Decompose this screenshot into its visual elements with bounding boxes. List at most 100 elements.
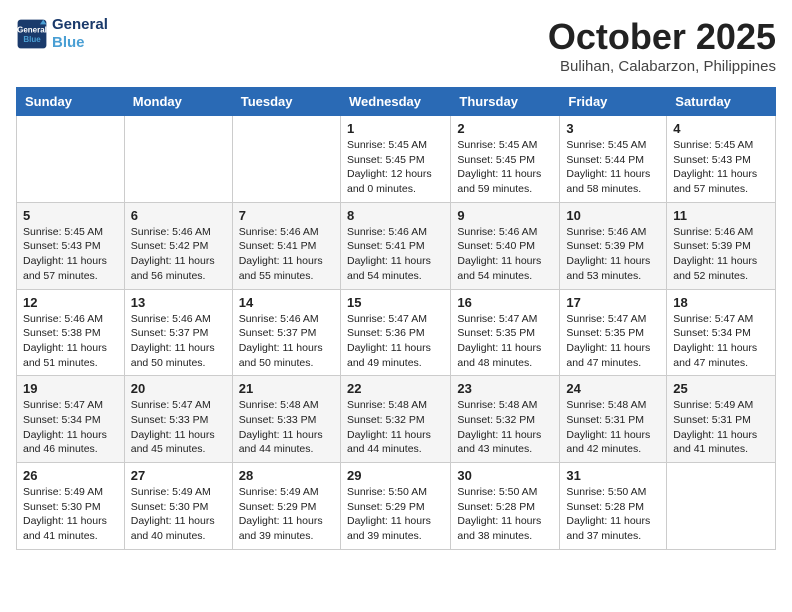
calendar-cell: 13 Sunrise: 5:46 AM Sunset: 5:37 PM Dayli… [124, 289, 232, 376]
calendar-cell: 22 Sunrise: 5:48 AM Sunset: 5:32 PM Dayli… [340, 376, 450, 463]
svg-text:General: General [17, 25, 47, 34]
calendar-cell: 2Sunrise: 5:45 AM Sunset: 5:45 PM Daylig… [451, 116, 560, 203]
day-info: Sunrise: 5:47 AM Sunset: 5:33 PM Dayligh… [131, 398, 226, 457]
calendar-cell: 14 Sunrise: 5:46 AM Sunset: 5:37 PM Dayli… [232, 289, 340, 376]
week-row-3: 12Sunrise: 5:46 AM Sunset: 5:38 PM Dayli… [17, 289, 776, 376]
calendar-cell: 17Sunrise: 5:47 AM Sunset: 5:35 PM Dayli… [560, 289, 667, 376]
day-number: 30 [457, 468, 553, 483]
calendar-cell: 31 Sunrise: 5:50 AM Sunset: 5:28 PM Dayli… [560, 463, 667, 550]
day-number: 3 [566, 121, 660, 136]
month-title: October 2025 [548, 16, 776, 58]
calendar-cell: 18 Sunrise: 5:47 AM Sunset: 5:34 PM Dayli… [667, 289, 776, 376]
day-number: 16 [457, 295, 553, 310]
calendar-cell: 28 Sunrise: 5:49 AM Sunset: 5:29 PM Dayli… [232, 463, 340, 550]
day-info: Sunrise: 5:45 AM Sunset: 5:44 PM Dayligh… [566, 138, 660, 197]
logo-icon: General Blue [16, 18, 48, 50]
day-info: Sunrise: 5:46 AM Sunset: 5:37 PM Dayligh… [131, 312, 226, 371]
day-number: 27 [131, 468, 226, 483]
calendar-cell: 30Sunrise: 5:50 AM Sunset: 5:28 PM Dayli… [451, 463, 560, 550]
day-number: 29 [347, 468, 444, 483]
weekday-header-friday: Friday [560, 88, 667, 116]
calendar-cell: 12Sunrise: 5:46 AM Sunset: 5:38 PM Dayli… [17, 289, 125, 376]
day-info: Sunrise: 5:47 AM Sunset: 5:36 PM Dayligh… [347, 312, 444, 371]
calendar-cell: 4Sunrise: 5:45 AM Sunset: 5:43 PM Daylig… [667, 116, 776, 203]
day-info: Sunrise: 5:46 AM Sunset: 5:37 PM Dayligh… [239, 312, 334, 371]
calendar-cell: 1 Sunrise: 5:45 AM Sunset: 5:45 PM Daylig… [340, 116, 450, 203]
day-info: Sunrise: 5:47 AM Sunset: 5:35 PM Dayligh… [457, 312, 553, 371]
day-number: 15 [347, 295, 444, 310]
day-number: 25 [673, 381, 769, 396]
day-number: 5 [23, 208, 118, 223]
calendar-cell [124, 116, 232, 203]
day-number: 7 [239, 208, 334, 223]
day-number: 31 [566, 468, 660, 483]
day-info: Sunrise: 5:48 AM Sunset: 5:31 PM Dayligh… [566, 398, 660, 457]
calendar-cell: 23Sunrise: 5:48 AM Sunset: 5:32 PM Dayli… [451, 376, 560, 463]
calendar-cell: 15 Sunrise: 5:47 AM Sunset: 5:36 PM Dayli… [340, 289, 450, 376]
calendar-cell: 21Sunrise: 5:48 AM Sunset: 5:33 PM Dayli… [232, 376, 340, 463]
day-number: 19 [23, 381, 118, 396]
day-number: 6 [131, 208, 226, 223]
day-info: Sunrise: 5:46 AM Sunset: 5:39 PM Dayligh… [566, 225, 660, 284]
day-number: 26 [23, 468, 118, 483]
day-number: 14 [239, 295, 334, 310]
day-info: Sunrise: 5:49 AM Sunset: 5:30 PM Dayligh… [23, 485, 118, 544]
day-number: 1 [347, 121, 444, 136]
day-info: Sunrise: 5:47 AM Sunset: 5:34 PM Dayligh… [673, 312, 769, 371]
day-info: Sunrise: 5:48 AM Sunset: 5:32 PM Dayligh… [347, 398, 444, 457]
day-info: Sunrise: 5:49 AM Sunset: 5:31 PM Dayligh… [673, 398, 769, 457]
day-number: 4 [673, 121, 769, 136]
day-info: Sunrise: 5:49 AM Sunset: 5:30 PM Dayligh… [131, 485, 226, 544]
day-number: 8 [347, 208, 444, 223]
calendar-cell: 10 Sunrise: 5:46 AM Sunset: 5:39 PM Dayli… [560, 202, 667, 289]
day-number: 22 [347, 381, 444, 396]
week-row-4: 19Sunrise: 5:47 AM Sunset: 5:34 PM Dayli… [17, 376, 776, 463]
header: General Blue General Blue October 2025 B… [16, 16, 776, 75]
calendar-cell: 26 Sunrise: 5:49 AM Sunset: 5:30 PM Dayli… [17, 463, 125, 550]
day-number: 2 [457, 121, 553, 136]
day-number: 9 [457, 208, 553, 223]
day-info: Sunrise: 5:50 AM Sunset: 5:28 PM Dayligh… [566, 485, 660, 544]
calendar-cell: 11Sunrise: 5:46 AM Sunset: 5:39 PM Dayli… [667, 202, 776, 289]
calendar-cell: 25 Sunrise: 5:49 AM Sunset: 5:31 PM Dayli… [667, 376, 776, 463]
location-title: Bulihan, Calabarzon, Philippines [548, 58, 776, 75]
day-number: 13 [131, 295, 226, 310]
calendar-cell: 19Sunrise: 5:47 AM Sunset: 5:34 PM Dayli… [17, 376, 125, 463]
logo-general: General [52, 16, 108, 34]
calendar: SundayMondayTuesdayWednesdayThursdayFrid… [16, 87, 776, 550]
logo-blue: Blue [52, 34, 108, 52]
week-row-1: 1 Sunrise: 5:45 AM Sunset: 5:45 PM Daylig… [17, 116, 776, 203]
logo: General Blue General Blue [16, 16, 108, 52]
day-info: Sunrise: 5:48 AM Sunset: 5:32 PM Dayligh… [457, 398, 553, 457]
calendar-cell: 24 Sunrise: 5:48 AM Sunset: 5:31 PM Dayli… [560, 376, 667, 463]
week-row-5: 26 Sunrise: 5:49 AM Sunset: 5:30 PM Dayli… [17, 463, 776, 550]
week-row-2: 5 Sunrise: 5:45 AM Sunset: 5:43 PM Daylig… [17, 202, 776, 289]
calendar-cell [232, 116, 340, 203]
weekday-header-sunday: Sunday [17, 88, 125, 116]
day-number: 10 [566, 208, 660, 223]
day-info: Sunrise: 5:45 AM Sunset: 5:45 PM Dayligh… [347, 138, 444, 197]
weekday-header-saturday: Saturday [667, 88, 776, 116]
calendar-cell: 27 Sunrise: 5:49 AM Sunset: 5:30 PM Dayli… [124, 463, 232, 550]
day-info: Sunrise: 5:46 AM Sunset: 5:41 PM Dayligh… [347, 225, 444, 284]
day-info: Sunrise: 5:50 AM Sunset: 5:29 PM Dayligh… [347, 485, 444, 544]
calendar-cell [667, 463, 776, 550]
calendar-cell: 3 Sunrise: 5:45 AM Sunset: 5:44 PM Daylig… [560, 116, 667, 203]
day-number: 17 [566, 295, 660, 310]
day-info: Sunrise: 5:46 AM Sunset: 5:41 PM Dayligh… [239, 225, 334, 284]
calendar-cell: 29 Sunrise: 5:50 AM Sunset: 5:29 PM Dayli… [340, 463, 450, 550]
calendar-cell: 20 Sunrise: 5:47 AM Sunset: 5:33 PM Dayli… [124, 376, 232, 463]
day-info: Sunrise: 5:46 AM Sunset: 5:40 PM Dayligh… [457, 225, 553, 284]
weekday-header-row: SundayMondayTuesdayWednesdayThursdayFrid… [17, 88, 776, 116]
calendar-cell: 5 Sunrise: 5:45 AM Sunset: 5:43 PM Daylig… [17, 202, 125, 289]
day-info: Sunrise: 5:45 AM Sunset: 5:43 PM Dayligh… [23, 225, 118, 284]
weekday-header-wednesday: Wednesday [340, 88, 450, 116]
calendar-cell: 16 Sunrise: 5:47 AM Sunset: 5:35 PM Dayli… [451, 289, 560, 376]
day-info: Sunrise: 5:49 AM Sunset: 5:29 PM Dayligh… [239, 485, 334, 544]
day-number: 20 [131, 381, 226, 396]
day-number: 28 [239, 468, 334, 483]
day-number: 24 [566, 381, 660, 396]
day-number: 18 [673, 295, 769, 310]
day-number: 12 [23, 295, 118, 310]
day-info: Sunrise: 5:48 AM Sunset: 5:33 PM Dayligh… [239, 398, 334, 457]
